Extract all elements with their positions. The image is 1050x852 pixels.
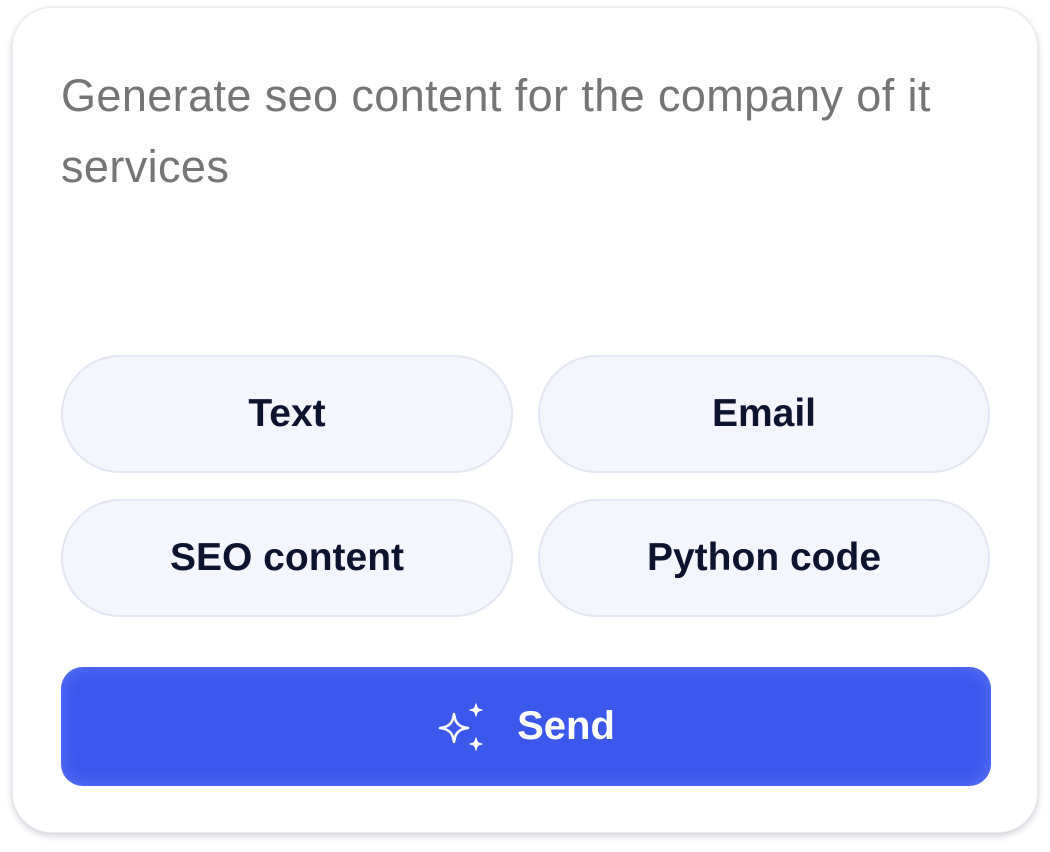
option-text-label: Text bbox=[248, 392, 326, 435]
option-email-label: Email bbox=[711, 392, 817, 435]
sparkles-icon bbox=[438, 702, 483, 751]
send-button[interactable]: Send bbox=[61, 667, 991, 786]
prompt-card: Text Email SEO content Python code Send bbox=[12, 7, 1038, 833]
option-python-code-button[interactable]: Python code bbox=[538, 499, 990, 617]
option-seo-content-button[interactable]: SEO content bbox=[61, 499, 513, 617]
option-text-button[interactable]: Text bbox=[61, 355, 513, 473]
option-email-button[interactable]: Email bbox=[538, 355, 990, 473]
option-python-code-label: Python code bbox=[646, 536, 882, 579]
option-seo-content-label: SEO content bbox=[169, 536, 405, 579]
prompt-input[interactable] bbox=[61, 60, 961, 260]
send-button-label: Send bbox=[517, 704, 615, 748]
